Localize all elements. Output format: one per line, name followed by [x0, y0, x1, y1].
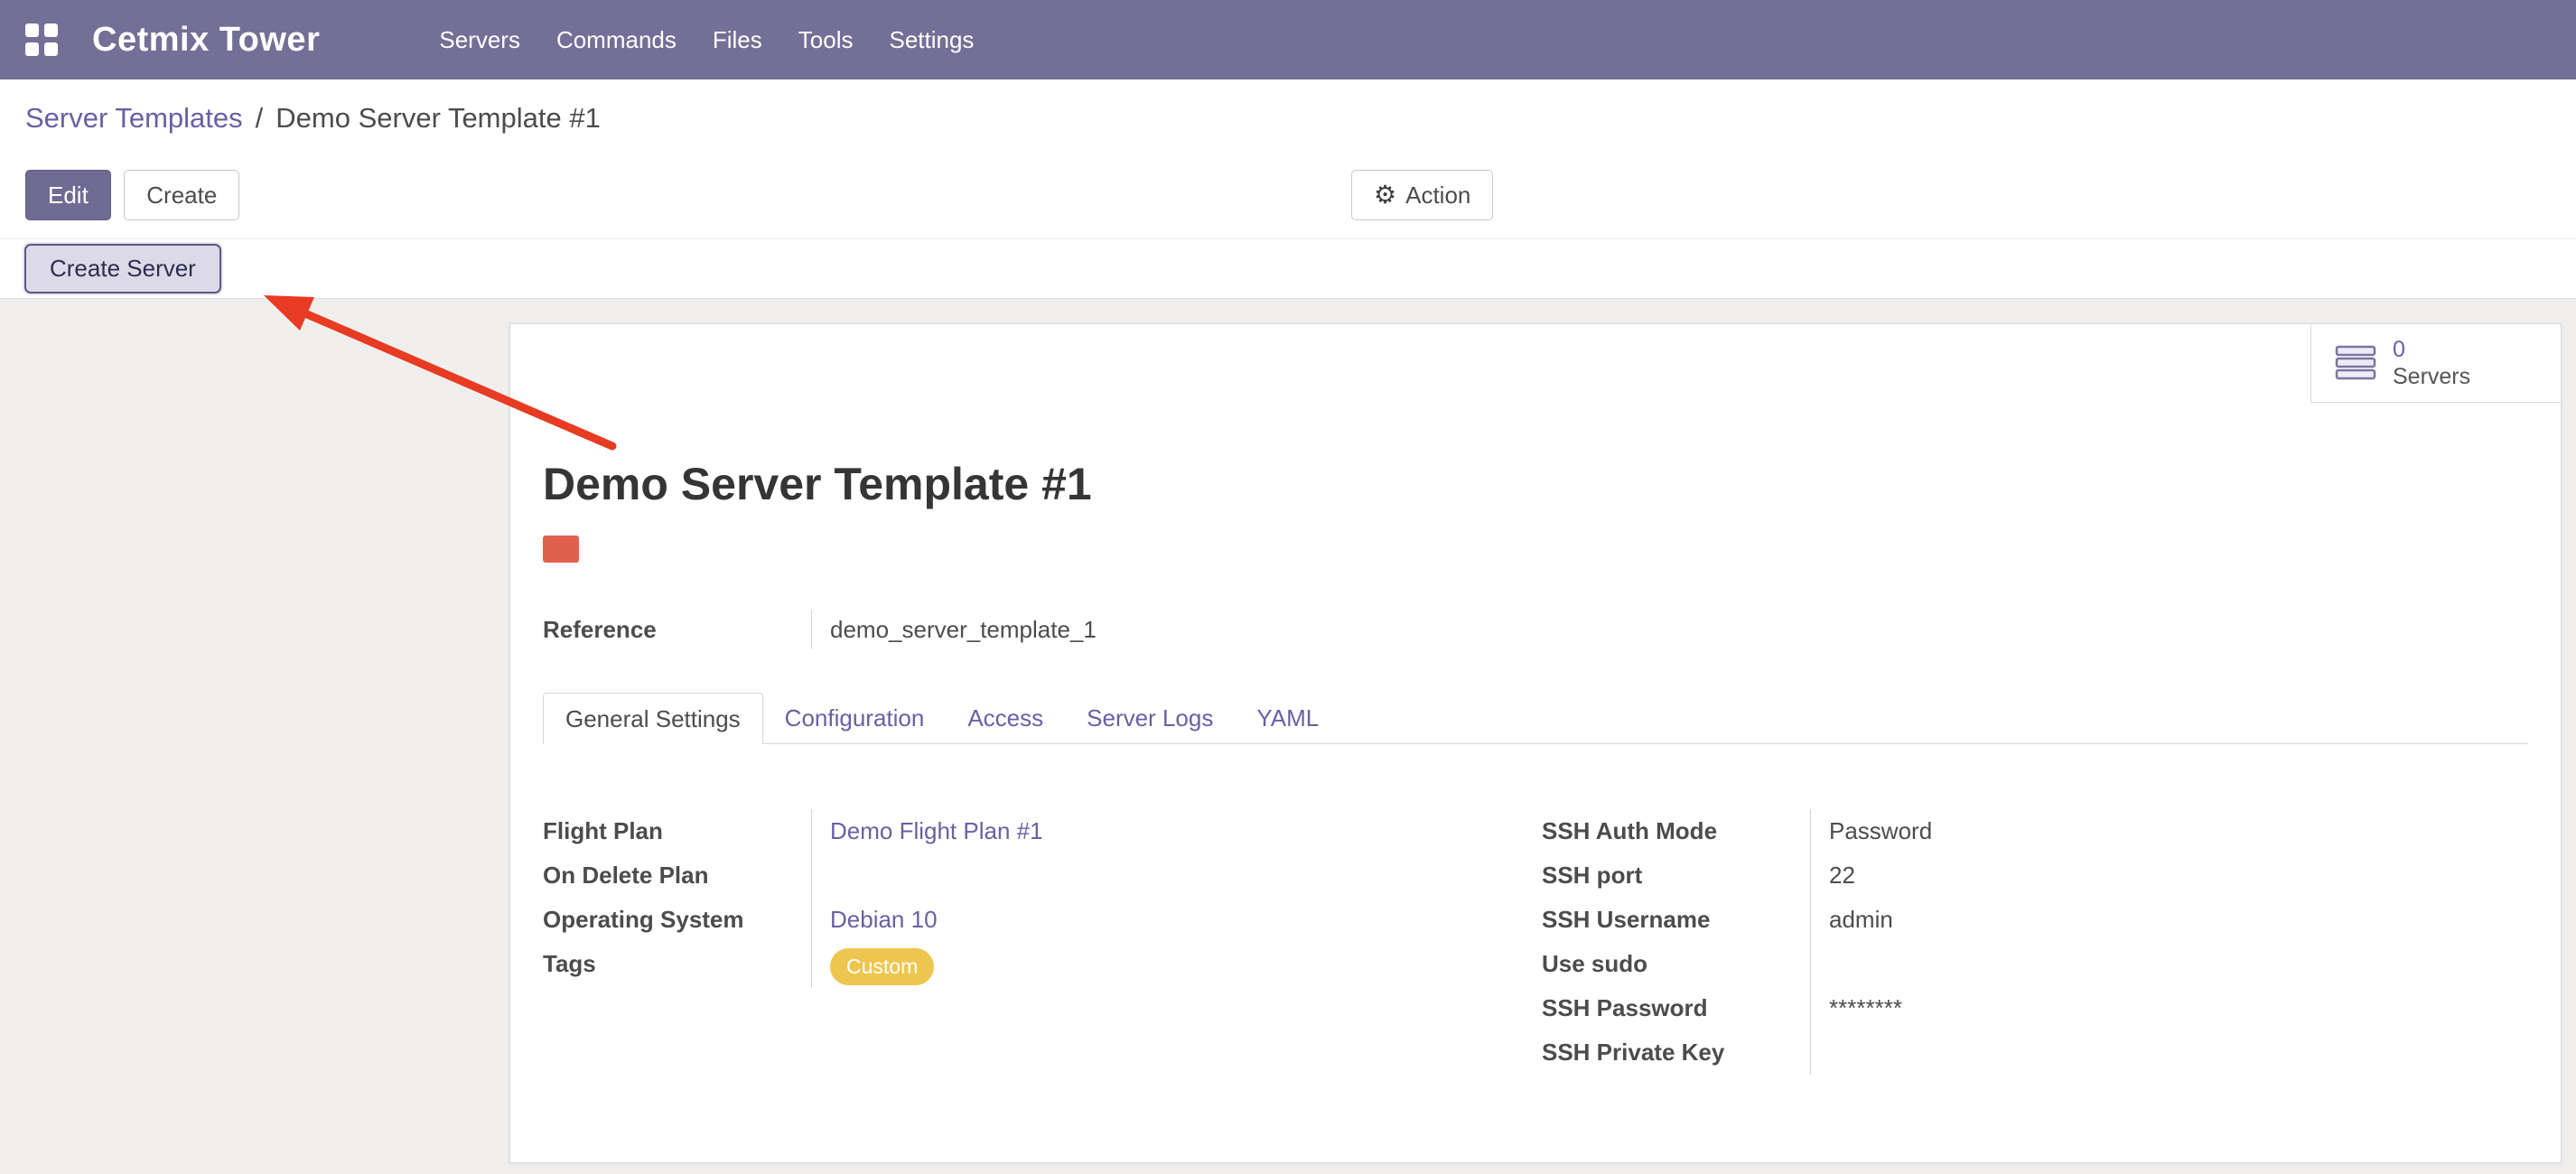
stat-text: 0 Servers — [2393, 336, 2470, 390]
grid-square — [44, 42, 58, 56]
field-column-left: Flight Plan Demo Flight Plan #1 On Delet… — [543, 809, 1527, 1075]
field-label: Flight Plan — [543, 809, 811, 853]
field-value: 22 — [1810, 853, 2526, 898]
field-label: On Delete Plan — [543, 853, 811, 898]
gear-icon: ⚙ — [1374, 182, 1396, 208]
breadcrumb-server-templates[interactable]: Server Templates — [25, 102, 243, 135]
field-label: SSH Username — [1542, 898, 1810, 942]
field-value: admin — [1810, 898, 2526, 942]
breadcrumb-current: Demo Server Template #1 — [275, 102, 601, 135]
stat-label: Servers — [2393, 363, 2470, 390]
field-use-sudo: Use sudo — [1542, 942, 2526, 986]
reference-field: Reference demo_server_template_1 — [543, 610, 2528, 649]
field-value — [1810, 1030, 2526, 1075]
field-value: Demo Flight Plan #1 — [811, 809, 1527, 853]
create-server-button[interactable]: Create Server — [24, 244, 221, 294]
sheet-body: Demo Server Template #1 Reference demo_s… — [510, 324, 2561, 1075]
breadcrumb-separator: / — [256, 102, 264, 135]
field-column-right: SSH Auth Mode Password SSH port 22 SSH U… — [1542, 809, 2526, 1075]
tab-access[interactable]: Access — [946, 693, 1065, 743]
nav-item-files[interactable]: Files — [713, 0, 762, 79]
color-swatch[interactable] — [543, 536, 579, 563]
grid-square — [25, 23, 39, 37]
field-ssh-username: SSH Username admin — [1542, 898, 2526, 942]
header-buttons-row: Create Server — [0, 238, 2576, 299]
nav-item-settings[interactable]: Settings — [889, 0, 974, 79]
server-stack-icon — [2335, 345, 2376, 381]
field-ssh-password: SSH Password ******** — [1542, 986, 2526, 1030]
nav-item-servers[interactable]: Servers — [439, 0, 520, 79]
field-value — [811, 853, 1527, 898]
tab-server-logs[interactable]: Server Logs — [1065, 693, 1235, 743]
field-ssh-auth-mode: SSH Auth Mode Password — [1542, 809, 2526, 853]
servers-stat-button[interactable]: 0 Servers — [2310, 324, 2561, 403]
field-groups: Flight Plan Demo Flight Plan #1 On Delet… — [543, 809, 2528, 1075]
operating-system-link[interactable]: Debian 10 — [830, 906, 938, 933]
tab-yaml[interactable]: YAML — [1235, 693, 1340, 743]
breadcrumb: Server Templates / Demo Server Template … — [0, 79, 2576, 157]
reference-value: demo_server_template_1 — [811, 610, 2528, 649]
stat-count: 0 — [2393, 336, 2470, 363]
field-value: ******** — [1810, 986, 2526, 1030]
content-background: 0 Servers Demo Server Template #1 Refere… — [0, 299, 2576, 1174]
field-label: SSH Password — [1542, 986, 1810, 1030]
reference-label: Reference — [543, 610, 811, 649]
app-brand-title[interactable]: Cetmix Tower — [92, 21, 320, 60]
tag-badge-custom[interactable]: Custom — [830, 948, 934, 985]
form-sheet: 0 Servers Demo Server Template #1 Refere… — [509, 323, 2562, 1163]
field-tags: Tags Custom — [543, 942, 1527, 988]
edit-button[interactable]: Edit — [25, 170, 111, 220]
field-value — [1810, 942, 2526, 986]
field-label: SSH Private Key — [1542, 1030, 1810, 1075]
flight-plan-link[interactable]: Demo Flight Plan #1 — [830, 817, 1043, 844]
action-button-label: Action — [1405, 182, 1470, 210]
field-ssh-port: SSH port 22 — [1542, 853, 2526, 898]
form-controls-row: Edit Create ⚙ Action — [0, 157, 2576, 238]
field-label: SSH Auth Mode — [1542, 809, 1810, 853]
nav-item-tools[interactable]: Tools — [798, 0, 854, 79]
field-operating-system: Operating System Debian 10 — [543, 898, 1527, 942]
field-flight-plan: Flight Plan Demo Flight Plan #1 — [543, 809, 1527, 853]
grid-square — [44, 23, 58, 37]
record-title: Demo Server Template #1 — [543, 458, 2528, 510]
field-label: Tags — [543, 942, 811, 988]
field-ssh-private-key: SSH Private Key — [1542, 1030, 2526, 1075]
tab-general-settings[interactable]: General Settings — [543, 693, 763, 744]
navbar-menu: Servers Commands Files Tools Settings — [439, 0, 974, 79]
field-value: Debian 10 — [811, 898, 1527, 942]
field-label: Operating System — [543, 898, 811, 942]
apps-grid-icon[interactable] — [25, 23, 58, 56]
action-button[interactable]: ⚙ Action — [1351, 170, 1493, 220]
tab-configuration[interactable]: Configuration — [763, 693, 947, 743]
create-button[interactable]: Create — [124, 170, 239, 220]
notebook-tabs: General Settings Configuration Access Se… — [543, 693, 2528, 744]
field-on-delete-plan: On Delete Plan — [543, 853, 1527, 898]
field-label: Use sudo — [1542, 942, 1810, 986]
field-value: Password — [1810, 809, 2526, 853]
top-navbar: Cetmix Tower Servers Commands Files Tool… — [0, 0, 2576, 79]
field-value: Custom — [811, 942, 1527, 988]
field-label: SSH port — [1542, 853, 1810, 898]
grid-square — [25, 42, 39, 56]
nav-item-commands[interactable]: Commands — [556, 0, 677, 79]
